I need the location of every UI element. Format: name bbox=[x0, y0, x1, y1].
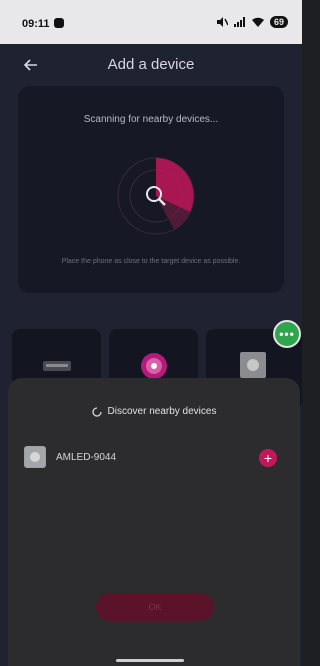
loading-spinner-icon bbox=[91, 406, 102, 417]
scanning-text: Scanning for nearby devices... bbox=[83, 114, 219, 125]
discover-header: Discover nearby devices bbox=[8, 406, 300, 417]
screen: 09:11 69 Add a device Scanning for nearb… bbox=[0, 0, 302, 666]
scan-hint: Place the phone as close to the target d… bbox=[61, 258, 241, 265]
panel-device-icon bbox=[25, 447, 45, 467]
mute-icon bbox=[216, 17, 228, 27]
wifi-icon bbox=[251, 17, 264, 27]
more-options-button[interactable]: ••• bbox=[273, 320, 301, 348]
device-thumbnail bbox=[24, 446, 46, 468]
discover-label: Discover nearby devices bbox=[107, 406, 217, 417]
hub-device-icon bbox=[43, 361, 71, 371]
device-name: AMLED-9044 bbox=[56, 452, 117, 463]
status-icons: 69 bbox=[216, 16, 288, 28]
ok-button[interactable]: OK bbox=[96, 593, 214, 621]
home-indicator[interactable] bbox=[116, 659, 184, 662]
status-time: 09:11 bbox=[22, 18, 50, 30]
device-list-item[interactable]: AMLED-9044 + bbox=[24, 446, 284, 470]
scan-card: Scanning for nearby devices... Place the… bbox=[18, 86, 284, 293]
plus-icon: + bbox=[263, 450, 273, 466]
app-bar: Add a device bbox=[0, 44, 302, 84]
status-bar: 09:11 69 bbox=[0, 0, 302, 44]
light-bulb-icon bbox=[141, 353, 167, 379]
panel-device-icon bbox=[240, 352, 266, 378]
discover-sheet: Discover nearby devices AMLED-9044 + OK bbox=[8, 378, 300, 666]
radar-scanner bbox=[117, 157, 195, 235]
signal-icon bbox=[233, 17, 245, 27]
battery-indicator: 69 bbox=[269, 16, 288, 28]
page-title: Add a device bbox=[107, 56, 195, 73]
add-device-button[interactable]: + bbox=[259, 449, 277, 467]
notification-icon bbox=[54, 18, 64, 28]
